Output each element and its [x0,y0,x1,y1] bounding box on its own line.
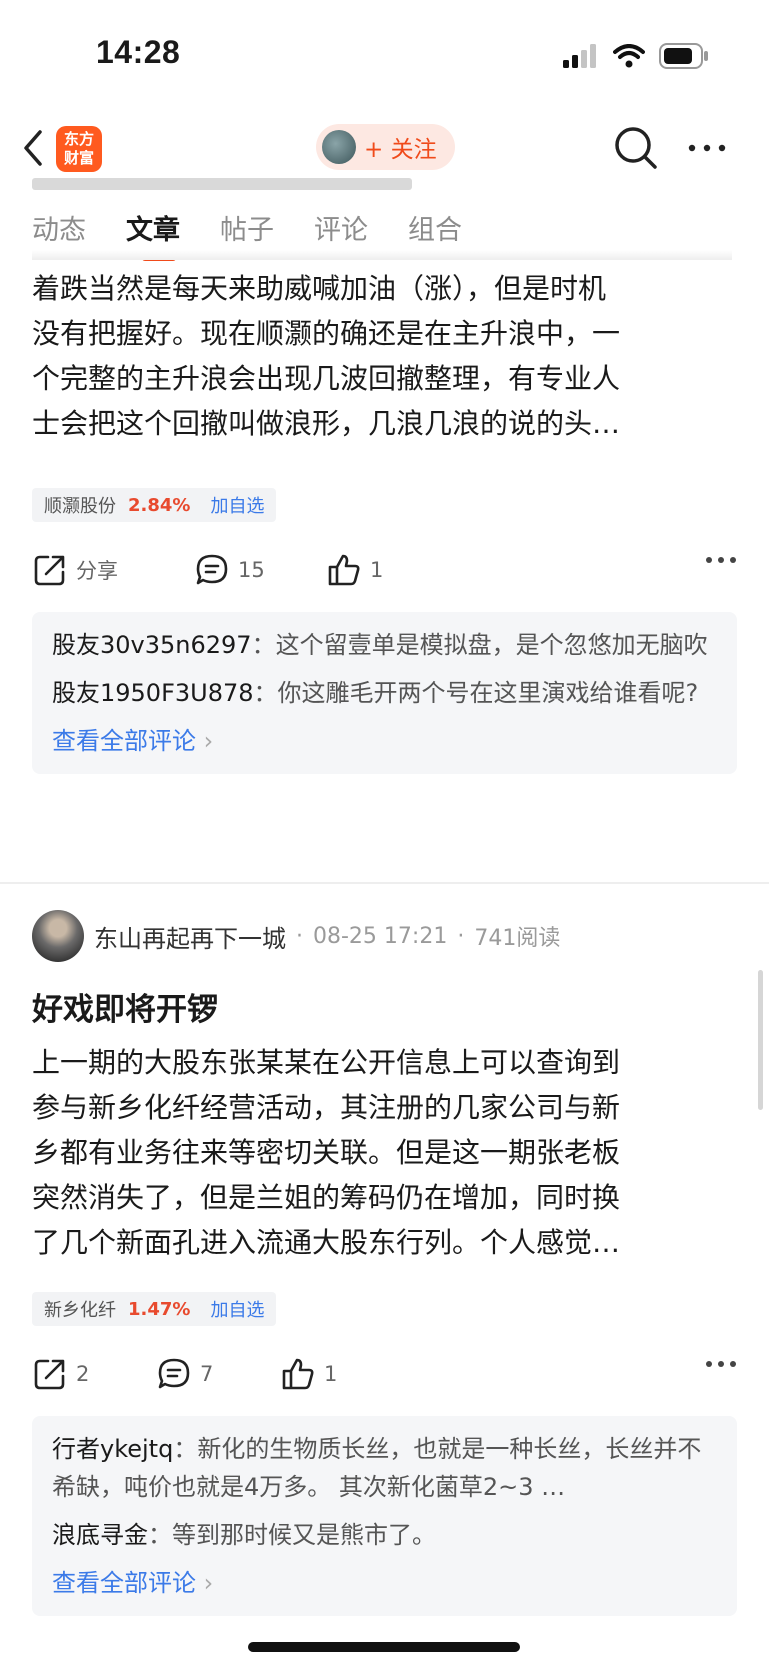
avatar[interactable] [32,910,84,962]
dot-separator: · [296,923,303,949]
wifi-icon [613,44,645,68]
comment-user[interactable]: 股友30v35n6297 [52,631,252,659]
comment-item[interactable]: 行者ykejtq：新化的生物质长丝，也就是一种长丝，长丝并不希缺，吨价也就是4万… [52,1430,717,1506]
stock-change: 2.84% [128,494,191,516]
post-body-line: 士会把这个回撤叫做浪形，几浪几浪的说的头… [32,407,621,440]
post-time: 08-25 17:21 [313,923,448,949]
post-body-line: 个完整的主升浪会出现几波回撤整理，有专业人 [32,362,621,395]
comment-item[interactable]: 股友1950F3U878：你这雕毛开两个号在这里演戏给谁看呢? [52,674,717,712]
scrollbar[interactable] [758,970,763,1110]
like-count: 1 [324,1362,338,1386]
comment-preview: 股友30v35n6297：这个留壹单是模拟盘，是个忽悠加无脑吹 股友1950F3… [32,612,737,774]
comment-colon: ： [251,631,276,659]
comment-icon [158,1358,190,1389]
comment-count: 7 [200,1362,214,1386]
author-avatar-small [322,130,356,164]
post-body-line: 没有把握好。现在顺灏的确还是在主升浪中，一 [32,317,621,350]
comment-colon: ： [173,1435,198,1463]
action-bar: 分享 15 1 [32,548,737,592]
comment-button[interactable]: 7 [156,1356,280,1392]
app-logo[interactable]: 东方 财富 [56,126,102,172]
comment-item[interactable]: 浪底寻金：等到那时候又是熊市了。 [52,1516,717,1554]
divider [0,882,769,884]
see-all-label: 查看全部评论 [52,1569,196,1597]
comment-text: 这个留壹单是模拟盘，是个忽悠加无脑吹 [275,631,708,659]
post-body-line: 了几个新面孔进入流通大股东行列。个人感觉… [32,1226,621,1259]
share-label: 分享 [76,559,118,583]
comment-count: 15 [238,558,265,582]
more-icon[interactable] [686,130,728,166]
more-icon[interactable] [705,1358,737,1370]
post-body[interactable]: 上一期的大股东张某某在公开信息上可以查询到 参与新乡化纤经营活动，其注册的几家公… [32,1040,737,1265]
post-body-line: 参与新乡化纤经营活动，其注册的几家公司与新 [32,1091,621,1124]
post-body-line: 着跌当然是每天来助威喊加油（涨），但是时机 [32,272,607,305]
author-row: 东山再起再下一城 · 08-25 17:21 · 741阅读 [32,908,560,964]
like-count: 1 [370,558,384,582]
tab-bar: 动态 文章 帖子 评论 组合 [32,208,462,261]
comment-button[interactable]: 15 [194,552,326,588]
tab-portfolio[interactable]: 组合 [408,208,462,247]
stock-name: 新乡化纤 [44,1300,116,1321]
search-icon[interactable] [614,126,658,170]
read-count: 741阅读 [474,926,561,951]
more-icon[interactable] [705,554,737,566]
like-button[interactable]: 1 [326,552,383,588]
post-body-line: 上一期的大股东张某某在公开信息上可以查询到 [32,1046,621,1079]
tab-posts[interactable]: 帖子 [220,208,274,247]
comment-icon [196,554,228,585]
dot-separator: · [457,923,465,949]
logo-text-1: 东方 [63,130,94,148]
comment-user[interactable]: 浪底寻金 [52,1521,148,1549]
tab-articles[interactable]: 文章 [126,208,180,261]
share-button[interactable]: 2 [32,1356,156,1392]
post-title[interactable]: 好戏即将开锣 [32,984,218,1029]
share-count: 2 [76,1362,90,1386]
logo-text-2: 财富 [63,149,94,167]
follow-button[interactable]: + 关注 [316,124,455,170]
back-icon[interactable] [18,128,48,168]
comment-preview: 行者ykejtq：新化的生物质长丝，也就是一种长丝，长丝并不希缺，吨价也就是4万… [32,1416,737,1616]
add-watchlist-button[interactable]: 加自选 [210,492,264,518]
tab-comments[interactable]: 评论 [314,208,368,247]
share-icon [34,555,65,586]
battery-icon [659,43,708,69]
chevron-right-icon: › [203,1569,214,1597]
signal-icon [563,44,596,68]
comment-item[interactable]: 股友30v35n6297：这个留壹单是模拟盘，是个忽悠加无脑吹 [52,626,717,664]
see-all-comments-link[interactable]: 查看全部评论 › [52,722,717,760]
scrolled-header-remnant [32,170,472,190]
tab-dynamics[interactable]: 动态 [32,208,86,247]
comment-text: 你这雕毛开两个号在这里演戏给谁看呢? [277,679,699,707]
thumbs-up-icon [328,554,360,586]
thumbs-up-icon [282,1358,314,1390]
comment-text: 等到那时候又是熊市了。 [172,1521,436,1549]
chevron-right-icon: › [203,727,214,755]
share-icon [34,1359,65,1390]
home-indicator[interactable] [248,1642,520,1652]
status-icons [563,42,709,70]
post-body-line: 乡都有业务往来等密切关联。但是这一期张老板 [32,1136,621,1169]
comment-user[interactable]: 股友1950F3U878 [52,679,254,707]
comment-colon: ： [148,1521,172,1549]
post-body[interactable]: 着跌当然是每天来助威喊加油（涨），但是时机 没有把握好。现在顺灏的确还是在主升浪… [32,266,737,446]
status-time: 14:28 [96,34,181,70]
stock-tag[interactable]: 新乡化纤 1.47% 加自选 [32,1292,277,1326]
author-name[interactable]: 东山再起再下一城 [94,919,286,954]
like-button[interactable]: 1 [280,1356,337,1392]
action-bar: 2 7 1 [32,1352,737,1396]
see-all-comments-link[interactable]: 查看全部评论 › [52,1564,717,1602]
stock-name: 顺灏股份 [44,496,116,517]
comment-user[interactable]: 行者ykejtq [52,1435,173,1463]
post-body-line: 突然消失了，但是兰姐的筹码仍在增加，同时换 [32,1181,621,1214]
comment-colon: ： [253,679,278,707]
stock-tag[interactable]: 顺灏股份 2.84% 加自选 [32,488,277,522]
scrolled-text-remnant [32,250,732,260]
add-watchlist-button[interactable]: 加自选 [210,1296,264,1322]
follow-label: + 关注 [364,137,437,163]
share-button[interactable]: 分享 [32,552,194,588]
see-all-label: 查看全部评论 [52,727,196,755]
stock-change: 1.47% [128,1298,191,1320]
